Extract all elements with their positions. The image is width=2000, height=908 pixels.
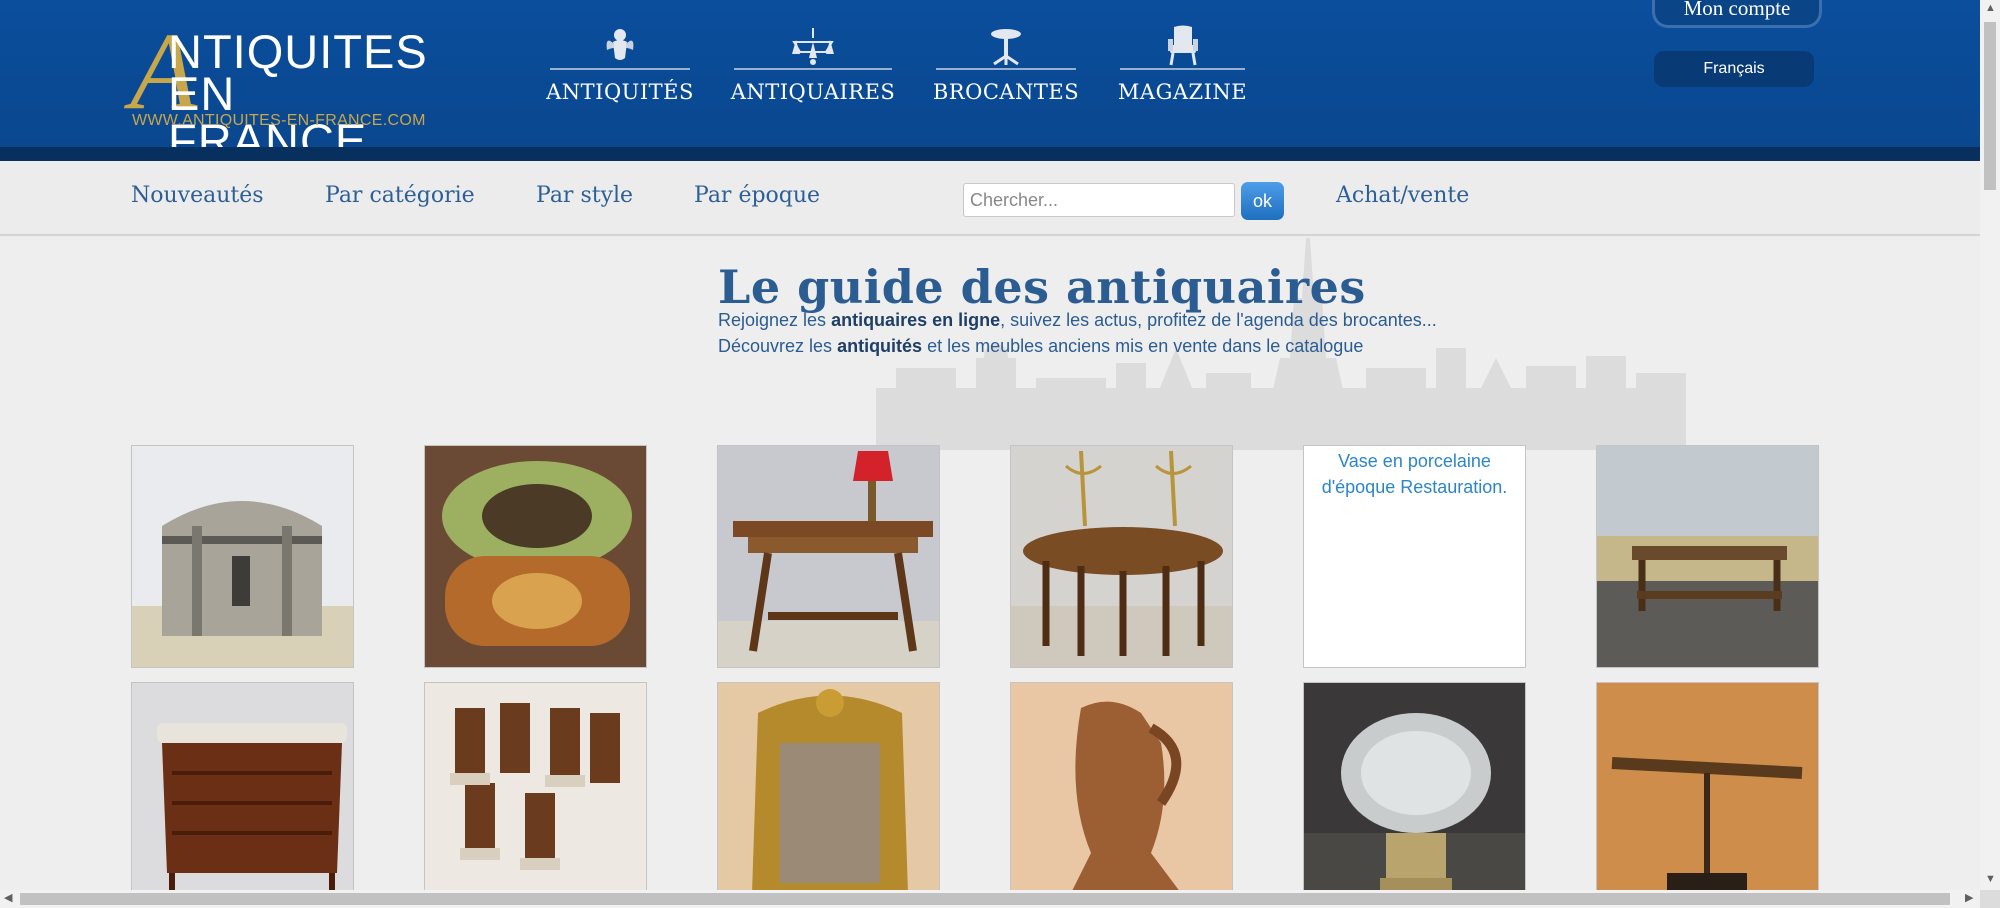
guide-text: , suivez les actus, profitez de l'agenda… — [1000, 310, 1437, 330]
nav-rule — [734, 68, 892, 70]
main-nav-label: ANTIQUAIRES — [730, 80, 896, 104]
language-selector[interactable]: Français — [1654, 51, 1814, 87]
chandelier-icon — [788, 24, 838, 68]
vertical-scrollbar[interactable]: ▲ ▼ — [1980, 0, 2000, 890]
low-wooden-table-image — [1597, 446, 1818, 667]
product-tile[interactable] — [424, 682, 647, 905]
page-title: Le guide des antiquaires — [718, 260, 1366, 314]
site-logo[interactable]: A NTIQUITES EN FRANCE WWW.ANTIQUITES-EN-… — [130, 16, 440, 164]
nav-link-nouveautes[interactable]: Nouveautés — [131, 183, 264, 208]
brass-telescope-image — [1597, 683, 1818, 904]
nav-rule — [1120, 68, 1245, 70]
vertical-scroll-thumb[interactable] — [1984, 22, 1996, 190]
main-nav-label: BROCANTES — [932, 80, 1080, 104]
demilune-cabinet-image — [132, 683, 353, 904]
product-tile[interactable] — [717, 682, 940, 905]
main-content: Le guide des antiquaires Rejoignez les a… — [0, 238, 1980, 905]
product-tile[interactable] — [1596, 445, 1819, 668]
guide-text: Découvrez les — [718, 336, 838, 356]
nav-rule — [936, 68, 1076, 70]
gilded-mirror-image — [718, 683, 939, 904]
nav-rule — [550, 68, 690, 70]
armchair-icon — [1158, 24, 1208, 68]
product-tile[interactable] — [717, 445, 940, 668]
logo-url: WWW.ANTIQUITES-EN-FRANCE.COM — [132, 112, 426, 129]
guide-link[interactable]: antiquaires en ligne — [831, 310, 1000, 330]
nav-link-par-categorie[interactable]: Par catégorie — [325, 183, 475, 208]
guide-link[interactable]: antiquités — [837, 336, 922, 356]
product-tile[interactable] — [131, 445, 354, 668]
search-button[interactable]: ok — [1241, 182, 1284, 220]
nav-link-par-epoque[interactable]: Par époque — [694, 183, 820, 208]
art-deco-chairs-image — [425, 683, 646, 904]
account-button[interactable]: Mon compte — [1652, 0, 1822, 28]
guide-text: Rejoignez les — [718, 310, 832, 330]
guide-text-line-1: Rejoignez les antiquaires en ligne, suiv… — [718, 310, 1437, 331]
porcelain-vase-image-alt[interactable]: Vase en porcelaine d'époque Restauration… — [1304, 446, 1525, 502]
main-nav-magazine[interactable]: MAGAZINE — [1117, 24, 1248, 104]
walnut-side-table-image — [718, 446, 939, 667]
scroll-left-icon[interactable]: ◀ — [4, 893, 12, 904]
horizontal-scrollbar[interactable]: ◀ ▶ — [0, 890, 1980, 908]
carved-wood-pitcher-image — [1011, 683, 1232, 904]
product-tile[interactable] — [1010, 445, 1233, 668]
horizontal-scroll-thumb[interactable] — [20, 893, 1950, 905]
product-tile[interactable] — [424, 445, 647, 668]
product-tile[interactable] — [131, 682, 354, 905]
header-band — [0, 147, 1980, 161]
main-nav-brocantes[interactable]: BROCANTES — [932, 24, 1080, 104]
painted-jewelry-box-image — [425, 446, 646, 667]
product-tile[interactable] — [1596, 682, 1819, 905]
guide-text: et les meubles anciens mis en vente dans… — [922, 336, 1364, 356]
main-nav-label: MAGAZINE — [1117, 80, 1248, 104]
main-nav-antiquites[interactable]: ANTIQUITÉS — [546, 24, 693, 104]
pedestal-table-icon — [981, 24, 1031, 68]
product-tile[interactable] — [1010, 682, 1233, 905]
dome-chest-image — [132, 446, 353, 667]
main-nav-antiquaires[interactable]: ANTIQUAIRES — [731, 24, 895, 104]
search-input[interactable] — [963, 183, 1235, 217]
nav-link-par-style[interactable]: Par style — [536, 183, 633, 208]
site-header: A NTIQUITES EN FRANCE WWW.ANTIQUITES-EN-… — [0, 0, 1980, 164]
guide-text-line-2: Découvrez les antiquités et les meubles … — [718, 336, 1363, 357]
scroll-down-icon[interactable]: ▼ — [1985, 874, 1996, 885]
main-nav: ANTIQUITÉS ANTIQUAIRES BROCANTES MAGAZIN… — [546, 24, 1248, 104]
nav-link-achat-vente[interactable]: Achat/vente — [1336, 183, 1469, 208]
cherub-icon — [595, 24, 645, 68]
scroll-up-icon[interactable]: ▲ — [1985, 3, 1996, 14]
scroll-right-icon[interactable]: ▶ — [1965, 893, 1973, 904]
sub-nav: Nouveautés Par catégorie Par style Par é… — [0, 161, 1980, 236]
scrollbar-corner — [1980, 890, 2000, 908]
crystal-vase-image — [1304, 683, 1525, 904]
main-nav-label: ANTIQUITÉS — [546, 80, 694, 104]
product-tile[interactable] — [1303, 682, 1526, 905]
product-tile-porcelain-vase[interactable]: Vase en porcelaine d'époque Restauration… — [1303, 445, 1526, 668]
oval-gateleg-table-image — [1011, 446, 1232, 667]
